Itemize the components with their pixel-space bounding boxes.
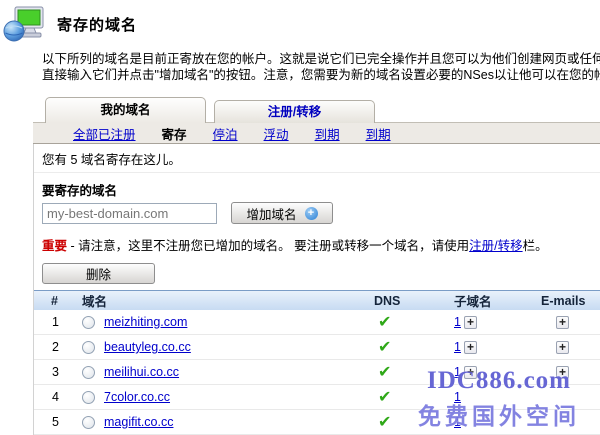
domain-count-summary: 您有 5 域名寄存在这儿。 [34, 144, 600, 173]
subdomain-count-link[interactable]: 1 [454, 390, 461, 404]
warning-text: - 请注意，这里不注册您已增加的域名。 要注册或转移一个域名，请使用 [67, 239, 469, 253]
intro-line-1: 以下所列的域名是目前正寄放在您的帐户。这就是说它们已完全操作并且您可以为他们创建… [42, 51, 600, 67]
subnav-all-registered[interactable]: 全部已注册 [73, 124, 136, 143]
dns-ok-icon: ✔ [374, 339, 391, 356]
subnav-expired-2[interactable]: 到期 [366, 124, 391, 143]
subdomain-count-link[interactable]: 1 [454, 415, 461, 429]
dns-ok-icon: ✔ [374, 414, 391, 431]
warning-important-label: 重要 [42, 239, 67, 253]
page-header: 寄存的域名 [0, 0, 600, 44]
delete-button-top[interactable]: 删除 [42, 263, 155, 284]
domain-input[interactable] [42, 203, 217, 224]
subnav-floating[interactable]: 浮动 [264, 124, 289, 143]
domain-link[interactable]: meilihui.co.cc [104, 365, 179, 379]
dns-ok-icon: ✔ [374, 364, 391, 381]
park-domain-label: 要寄存的域名 [42, 180, 600, 199]
subdomain-count-link[interactable]: 1 [454, 315, 461, 329]
domain-link[interactable]: magifit.co.cc [104, 415, 173, 429]
radio-button[interactable] [82, 366, 95, 379]
domain-link[interactable]: 7color.co.cc [104, 390, 170, 404]
row-number: 4 [34, 390, 82, 404]
table-header-row: # 域名 DNS 子域名 E-mails [34, 290, 600, 310]
dns-ok-icon: ✔ [374, 389, 391, 406]
subnav-parked-current: 寄存 [162, 124, 187, 143]
add-plus-icon: + [305, 207, 318, 220]
subdomain-count-link[interactable]: 1 [454, 365, 461, 379]
subdomain-expand-icon[interactable]: + [464, 341, 477, 354]
domain-link[interactable]: meizhiting.com [104, 315, 187, 329]
radio-button[interactable] [82, 416, 95, 429]
col-header-number: # [34, 294, 82, 308]
col-header-domain: 域名 [82, 291, 374, 310]
domain-link[interactable]: beautyleg.co.cc [104, 340, 191, 354]
add-domain-button-label: 增加域名 [246, 204, 296, 223]
content-area: 您有 5 域名寄存在这儿。 要寄存的域名 增加域名 + 重要 - 请注意，这里不… [33, 144, 600, 435]
subnav-parking[interactable]: 停泊 [213, 124, 238, 143]
dns-ok-icon: ✔ [374, 314, 391, 331]
warning-text-suffix: 栏。 [523, 239, 548, 253]
parked-domains-icon [3, 6, 45, 42]
tab-bar: 我的域名 注册/转移 [45, 97, 600, 123]
subdomain-count-link[interactable]: 1 [454, 340, 461, 354]
subdomain-expand-icon[interactable]: + [464, 366, 477, 379]
table-row: 2 beautyleg.co.cc ✔ 1 + + [34, 335, 600, 360]
tab-my-domains[interactable]: 我的域名 [45, 97, 206, 123]
warning-note: 重要 - 请注意，这里不注册您已增加的域名。 要注册或转移一个域名，请使用注册/… [42, 235, 600, 254]
emails-expand-icon[interactable]: + [556, 341, 569, 354]
row-number: 3 [34, 365, 82, 379]
table-row: 3 meilihui.co.cc ✔ 1 + + [34, 360, 600, 385]
subdomain-expand-icon[interactable]: + [464, 316, 477, 329]
row-number: 2 [34, 340, 82, 354]
park-domain-form: 增加域名 + [42, 202, 600, 224]
col-header-dns: DNS [374, 294, 454, 308]
emails-expand-icon[interactable]: + [556, 366, 569, 379]
col-header-emails: E-mails [541, 294, 600, 308]
col-header-subdomains: 子域名 [454, 291, 541, 310]
table-row: 1 meizhiting.com ✔ 1 + + [34, 310, 600, 335]
intro-line-2: 直接输入它们并点击"增加域名"的按钮。注意，您需要为新的域名设置必要的NSes以… [42, 67, 600, 83]
row-number: 1 [34, 315, 82, 329]
tab-register-transfer[interactable]: 注册/转移 [214, 100, 375, 123]
page-title: 寄存的域名 [57, 14, 137, 35]
emails-expand-icon[interactable]: + [556, 316, 569, 329]
intro-text: 以下所列的域名是目前正寄放在您的帐户。这就是说它们已完全操作并且您可以为他们创建… [42, 51, 600, 83]
radio-button[interactable] [82, 316, 95, 329]
row-number: 5 [34, 415, 82, 429]
radio-button[interactable] [82, 391, 95, 404]
radio-button[interactable] [82, 341, 95, 354]
table-row: 4 7color.co.cc ✔ 1 [34, 385, 600, 410]
subnav-expired-1[interactable]: 到期 [315, 124, 340, 143]
table-row: 5 magifit.co.cc ✔ 1 [34, 410, 600, 435]
add-domain-button[interactable]: 增加域名 + [231, 202, 333, 224]
register-transfer-link[interactable]: 注册/转移 [469, 239, 522, 253]
subnav-bar: 全部已注册 寄存 停泊 浮动 到期 到期 [33, 122, 600, 144]
